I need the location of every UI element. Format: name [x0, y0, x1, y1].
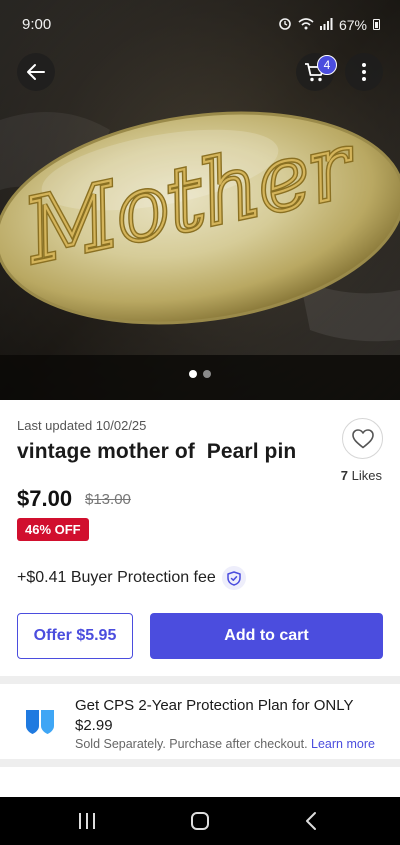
home-button[interactable]: [170, 797, 230, 845]
likes-count: 7 Likes: [340, 468, 382, 483]
recent-apps-button[interactable]: [57, 797, 117, 845]
battery-icon: [373, 19, 380, 30]
wifi-icon: [298, 17, 314, 33]
protection-plan-price: $2.99: [75, 717, 113, 734]
chevron-left-icon: [306, 812, 316, 830]
current-price: $7.00: [17, 486, 73, 511]
gallery-dot[interactable]: [203, 370, 211, 378]
make-offer-button[interactable]: Offer $5.95: [17, 613, 133, 659]
status-icons: 67%: [278, 16, 380, 33]
gallery-dot-active[interactable]: [189, 370, 197, 378]
heart-icon: [351, 428, 374, 448]
gallery-pagination: [0, 370, 400, 378]
protection-plan-subtitle: Sold Separately. Purchase after checkout…: [75, 737, 375, 751]
arrow-left-icon: [27, 64, 45, 80]
protection-plan-note: Sold Separately. Purchase after checkout…: [75, 737, 308, 751]
discount-badge: 46% OFF: [17, 518, 89, 541]
recent-apps-icon: [79, 813, 95, 829]
shield-check-icon: [227, 570, 241, 586]
protection-plan-banner[interactable]: Get CPS 2-Year Protection Plan for ONLY …: [0, 684, 400, 759]
section-divider: [0, 676, 400, 684]
original-price: $13.00: [85, 491, 131, 508]
product-title: vintage mother of Pearl pin: [17, 440, 297, 463]
status-bar: 9:00 67%: [0, 0, 400, 50]
protection-plan-title: Get CPS 2-Year Protection Plan for ONLY: [75, 697, 354, 714]
system-navigation-bar: [0, 797, 400, 845]
more-options-button[interactable]: [345, 53, 383, 91]
product-photo: Mother Mother: [0, 0, 400, 400]
protection-shield-icon: [24, 708, 56, 741]
learn-more-link[interactable]: Learn more: [311, 737, 375, 751]
cart-count-badge: 4: [317, 55, 337, 75]
signal-icon: [319, 17, 333, 33]
battery-percent: 67%: [338, 16, 367, 33]
product-image-gallery[interactable]: Mother Mother 9:00 67% 4: [0, 0, 400, 400]
system-back-button[interactable]: [281, 797, 341, 845]
back-button[interactable]: [17, 53, 55, 91]
more-vertical-icon: [362, 63, 366, 81]
alarm-icon: [278, 16, 292, 33]
status-time: 9:00: [22, 16, 52, 33]
section-divider: [0, 759, 400, 767]
buyer-protection-fee: +$0.41 Buyer Protection fee: [17, 566, 246, 590]
like-button[interactable]: [342, 418, 383, 459]
add-to-cart-button[interactable]: Add to cart: [150, 613, 383, 659]
home-icon: [191, 812, 209, 830]
buyer-protection-info-button[interactable]: [221, 566, 246, 590]
last-updated-text: Last updated 10/02/25: [17, 418, 147, 433]
buyer-fee-text: +$0.41 Buyer Protection fee: [17, 569, 216, 586]
